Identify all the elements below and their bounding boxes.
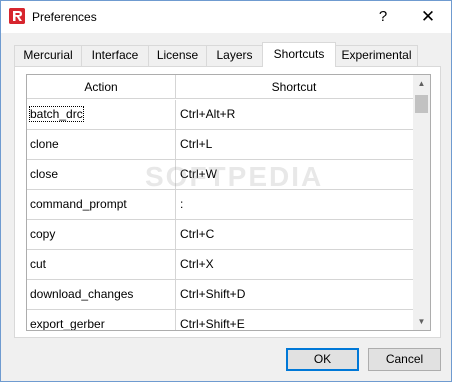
table-row[interactable]: clone Ctrl+L — [27, 130, 413, 160]
table-row[interactable]: export_gerber Ctrl+Shift+E — [27, 310, 413, 330]
shortcut-cell[interactable]: Ctrl+C — [176, 220, 412, 249]
scroll-up-icon[interactable]: ▲ — [413, 75, 430, 92]
action-cell[interactable]: command_prompt — [27, 190, 176, 219]
column-header-shortcut[interactable]: Shortcut — [176, 75, 412, 99]
shortcut-cell[interactable]: Ctrl+W — [176, 160, 412, 189]
action-cell[interactable]: download_changes — [27, 280, 176, 309]
shortcuts-panel: Action Shortcut batch_drc Ctrl+Alt+R clo… — [14, 66, 441, 338]
close-button[interactable]: ✕ — [405, 1, 451, 33]
action-cell[interactable]: close — [27, 160, 176, 189]
table-row[interactable]: copy Ctrl+C — [27, 220, 413, 250]
cancel-button[interactable]: Cancel — [368, 348, 441, 371]
tab-license[interactable]: License — [148, 45, 207, 66]
table-row[interactable]: batch_drc Ctrl+Alt+R — [27, 100, 413, 130]
table-row[interactable]: cut Ctrl+X — [27, 250, 413, 280]
action-cell[interactable]: export_gerber — [27, 310, 176, 330]
shortcut-cell[interactable]: Ctrl+X — [176, 250, 412, 279]
tab-experimental[interactable]: Experimental — [335, 45, 418, 66]
action-cell[interactable]: clone — [27, 130, 176, 159]
tab-interface[interactable]: Interface — [81, 45, 149, 66]
shortcut-cell[interactable]: Ctrl+L — [176, 130, 412, 159]
action-cell[interactable]: cut — [27, 250, 176, 279]
action-label: batch_drc — [29, 106, 84, 122]
tab-shortcuts[interactable]: Shortcuts — [262, 42, 336, 67]
action-cell[interactable]: batch_drc — [27, 100, 176, 129]
ok-button[interactable]: OK — [286, 348, 359, 371]
scroll-down-icon[interactable]: ▼ — [413, 313, 430, 330]
table-row[interactable]: close Ctrl+W — [27, 160, 413, 190]
tab-layers[interactable]: Layers — [206, 45, 263, 66]
vertical-scrollbar[interactable]: ▲ ▼ — [413, 75, 430, 330]
shortcut-cell[interactable]: Ctrl+Shift+E — [176, 310, 412, 330]
column-header-action[interactable]: Action — [27, 75, 176, 99]
window-title: Preferences — [32, 10, 97, 24]
shortcut-cell[interactable]: Ctrl+Alt+R — [176, 100, 412, 129]
action-cell[interactable]: copy — [27, 220, 176, 249]
table-row[interactable]: download_changes Ctrl+Shift+D — [27, 280, 413, 310]
table-header: Action Shortcut — [27, 75, 413, 99]
title-bar: Preferences ? ✕ — [1, 1, 451, 33]
tab-mercurial[interactable]: Mercurial — [14, 45, 82, 66]
help-button[interactable]: ? — [363, 1, 403, 33]
scrollbar-thumb[interactable] — [415, 95, 428, 113]
shortcut-cell[interactable]: : — [176, 190, 412, 219]
close-icon: ✕ — [420, 7, 436, 26]
app-logo-icon — [9, 8, 25, 24]
shortcut-cell[interactable]: Ctrl+Shift+D — [176, 280, 412, 309]
preferences-dialog: Preferences ? ✕ Mercurial Interface Lice… — [0, 0, 452, 382]
shortcuts-table: Action Shortcut batch_drc Ctrl+Alt+R clo… — [26, 74, 431, 331]
table-row[interactable]: command_prompt : — [27, 190, 413, 220]
